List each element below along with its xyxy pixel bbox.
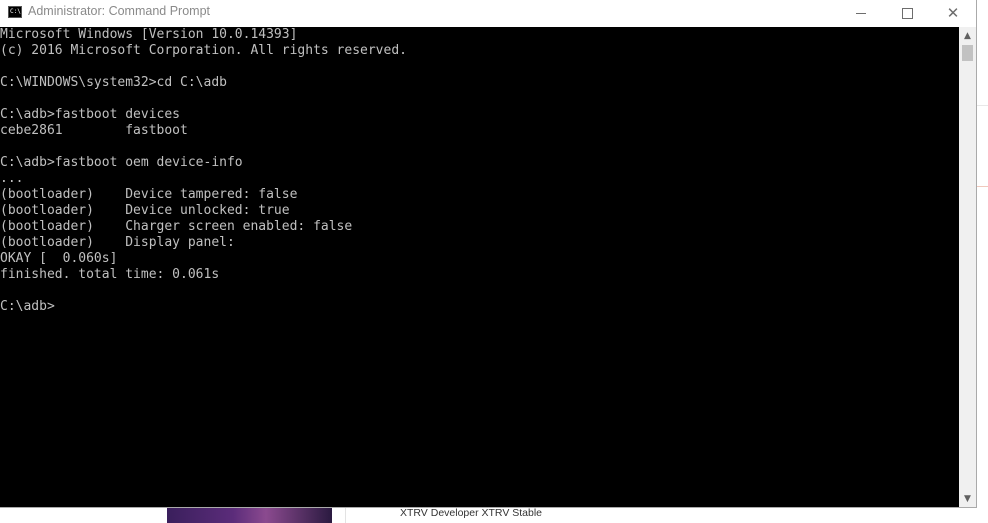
close-button[interactable]: ✕ [930,0,976,26]
background-divider [977,186,988,187]
console-line: (c) 2016 Microsoft Corporation. All righ… [0,43,407,58]
console-line: (bootloader) Device unlocked: true [0,203,290,218]
console-line: C:\WINDOWS\system32>cd C:\adb [0,75,227,90]
scroll-thumb[interactable] [962,45,973,61]
console-line: finished. total time: 0.061s [0,267,220,282]
console-line: (bootloader) Display panel: [0,235,235,250]
command-prompt-line[interactable]: C:\adb> [0,299,959,315]
minimize-icon [856,12,866,14]
window-title: Administrator: Command Prompt [28,4,211,18]
console-output[interactable]: Microsoft Windows [Version 10.0.14393] (… [0,27,959,507]
vertical-scrollbar[interactable]: ▲ ▼ [959,27,976,507]
maximize-icon [901,7,913,19]
console-line: C:\adb>fastboot oem device-info [0,155,243,170]
close-icon: ✕ [946,3,960,22]
background-caption: XTRV Developer XTRV Stable [400,507,543,519]
minimize-button[interactable] [838,0,884,26]
background-divider [977,105,988,106]
console-line: ... [0,171,24,186]
scroll-down-arrow-icon[interactable]: ▼ [959,490,976,507]
command-prompt-window[interactable]: C:\ Administrator: Command Prompt ✕ Micr… [0,0,977,508]
console-line: C:\adb>fastboot devices [0,107,181,122]
background-thumbnail-image [167,508,332,523]
cmd-icon[interactable]: C:\ [8,6,22,18]
console-line: (bootloader) Device tampered: false [0,187,298,202]
background-divider [345,508,346,523]
scroll-up-arrow-icon[interactable]: ▲ [959,27,976,44]
maximize-button[interactable] [884,0,930,26]
console-line: (bootloader) Charger screen enabled: fal… [0,219,353,234]
console-line: Microsoft Windows [Version 10.0.14393] [0,27,298,42]
console-line: cebe2861 fastboot [0,123,188,138]
console-line: OKAY [ 0.060s] [0,251,118,266]
title-bar[interactable]: C:\ Administrator: Command Prompt ✕ [0,0,976,27]
